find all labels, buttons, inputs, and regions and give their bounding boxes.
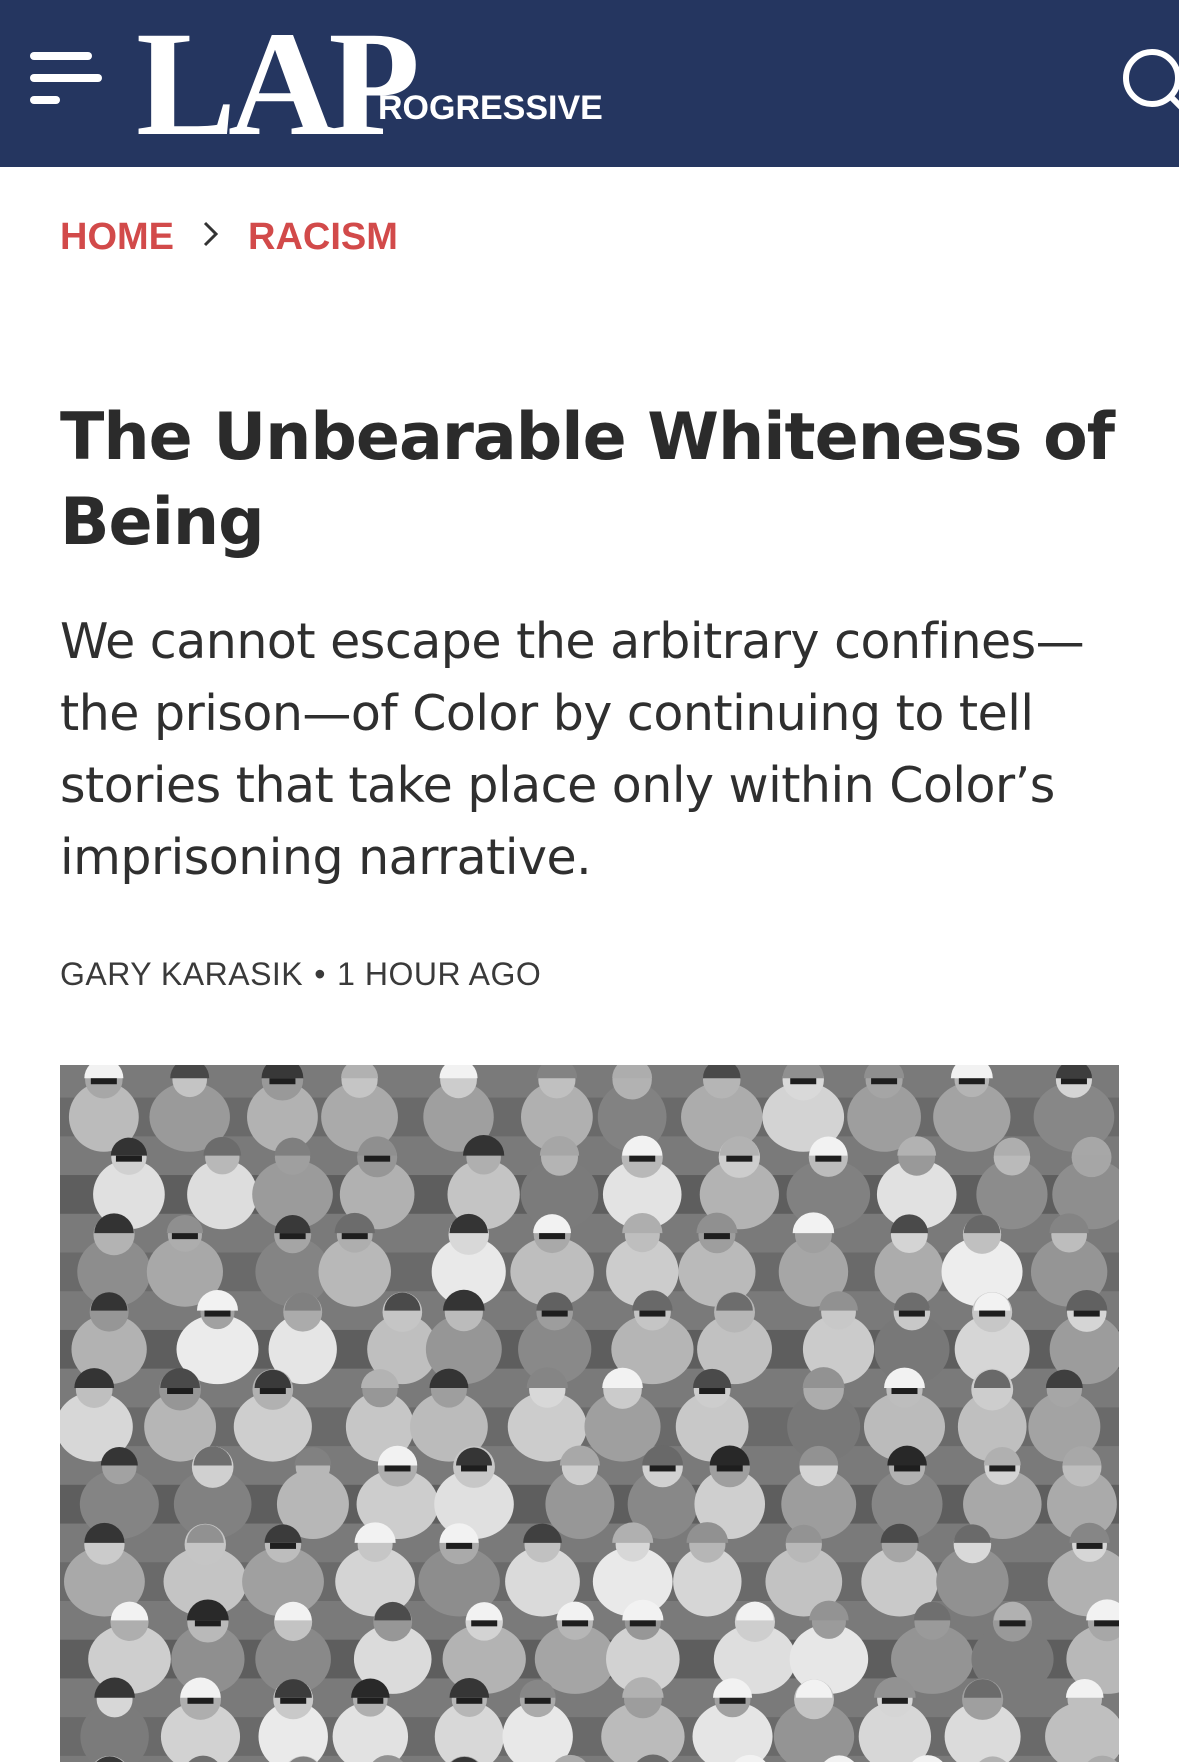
article-title: The Unbearable Whiteness of Being	[60, 400, 1115, 560]
search-icon[interactable]	[1118, 42, 1179, 122]
site-header: LAP ROGRESSIVE	[0, 0, 1179, 167]
site-logo[interactable]: LAP ROGRESSIVE	[136, 1, 606, 167]
chevron-right-icon	[174, 216, 248, 259]
hero-image	[60, 1065, 1119, 1762]
logo-sub: ROGRESSIVE	[378, 89, 603, 127]
article-subtitle: We cannot escape the arbitrary confines—…	[60, 613, 1085, 886]
breadcrumb-home-link[interactable]: HOME	[60, 216, 174, 259]
author-link[interactable]: GARY KARASIK	[60, 956, 303, 993]
crowd-photo-illustration	[60, 1065, 1119, 1762]
hamburger-menu-icon[interactable]	[30, 52, 105, 112]
breadcrumb: HOME RACISM	[60, 212, 398, 262]
breadcrumb-racism-link[interactable]: RACISM	[248, 216, 398, 259]
byline-separator: •	[314, 956, 326, 992]
publish-time: 1 HOUR AGO	[337, 956, 542, 992]
logo-main: LAP	[136, 1, 420, 167]
article-byline: GARY KARASIK • 1 HOUR AGO	[60, 956, 541, 993]
